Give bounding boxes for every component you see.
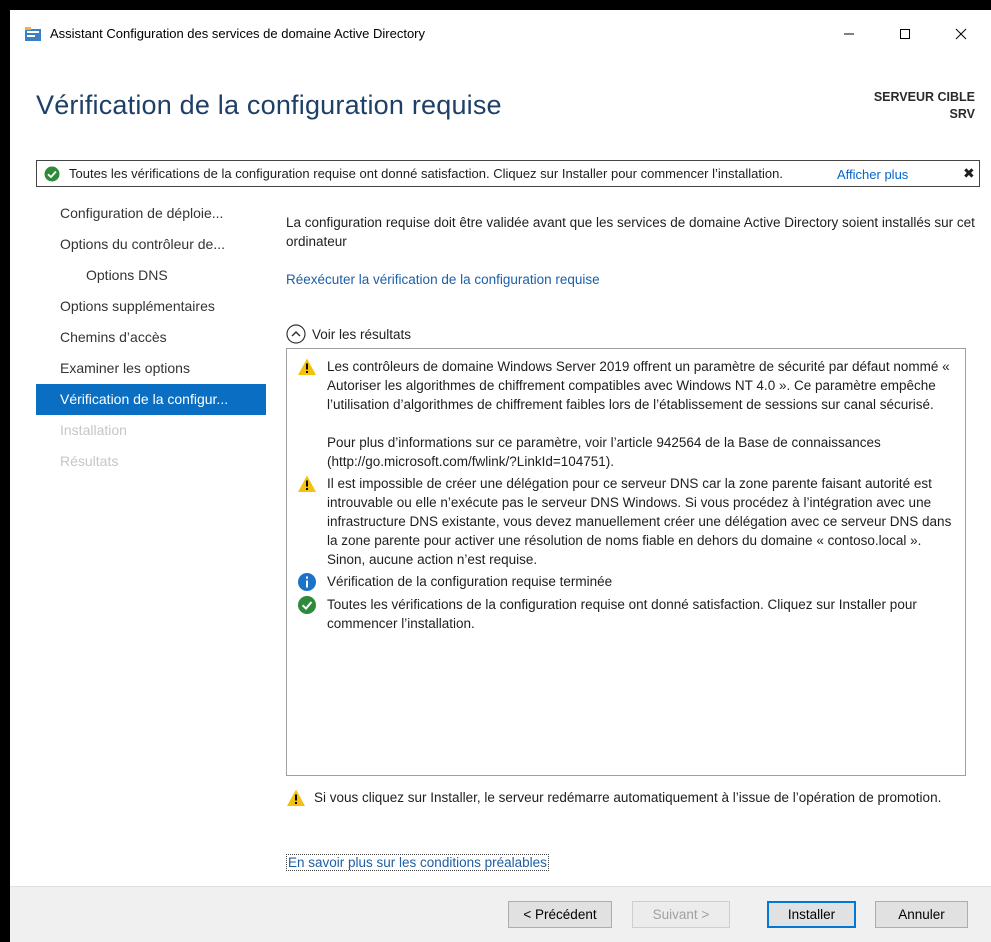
cancel-button[interactable]: Annuler bbox=[875, 901, 968, 928]
intro-text: La configuration requise doit être valid… bbox=[286, 215, 975, 249]
restart-warning: Si vous cliquez sur Installer, le serveu… bbox=[286, 788, 976, 808]
learn-more-prerequisites-link[interactable]: En savoir plus sur les conditions préala… bbox=[286, 854, 549, 871]
rerun-prerequisites-link[interactable]: Réexécuter la vérification de la configu… bbox=[286, 272, 600, 287]
nav-item-paths[interactable]: Chemins d’accès bbox=[36, 322, 266, 353]
notification-bar: Toutes les vérifications de la configura… bbox=[36, 160, 980, 187]
window-title: Assistant Configuration des services de … bbox=[50, 26, 426, 41]
check-circle-icon bbox=[44, 166, 60, 182]
results-list[interactable]: Les contrôleurs de domaine Windows Serve… bbox=[286, 348, 966, 776]
nav-item-dns-options[interactable]: Options DNS bbox=[36, 260, 266, 291]
nav-item-prerequisites-check[interactable]: Vérification de la configur... bbox=[36, 384, 266, 415]
notification-close-icon[interactable]: ✖ bbox=[963, 165, 975, 182]
previous-button[interactable]: < Précédent bbox=[508, 901, 612, 928]
restart-warning-text: Si vous cliquez sur Installer, le serveu… bbox=[314, 790, 942, 805]
nav-item-review-options[interactable]: Examiner les options bbox=[36, 353, 266, 384]
close-window-button[interactable] bbox=[938, 20, 984, 48]
main-content: La configuration requise doit être valid… bbox=[286, 198, 976, 871]
result-item: Il est impossible de créer une délégatio… bbox=[297, 474, 955, 569]
info-icon bbox=[298, 573, 316, 591]
wizard-steps-nav: Configuration de déploie... Options du c… bbox=[36, 198, 266, 477]
nav-item-additional-options[interactable]: Options supplémentaires bbox=[36, 291, 266, 322]
result-text: Les contrôleurs de domaine Windows Serve… bbox=[327, 357, 955, 471]
result-item: Vérification de la configuration requise… bbox=[297, 572, 955, 592]
result-paragraph: Les contrôleurs de domaine Windows Serve… bbox=[327, 359, 950, 412]
check-circle-icon bbox=[298, 596, 316, 614]
notification-text: Toutes les vérifications de la configura… bbox=[69, 166, 783, 181]
maximize-icon bbox=[900, 29, 910, 39]
result-item: Toutes les vérifications de la configura… bbox=[297, 595, 955, 633]
install-button[interactable]: Installer bbox=[767, 901, 856, 928]
result-paragraph: Pour plus d’informations sur ce paramètr… bbox=[327, 435, 881, 469]
close-icon bbox=[955, 28, 967, 40]
view-results-toggle[interactable]: Voir les résultats bbox=[286, 324, 411, 344]
result-item: Les contrôleurs de domaine Windows Serve… bbox=[297, 357, 955, 471]
result-paragraph: Toutes les vérifications de la configura… bbox=[327, 597, 917, 631]
maximize-button[interactable] bbox=[882, 20, 928, 48]
nav-item-dc-options[interactable]: Options du contrôleur de... bbox=[36, 229, 266, 260]
next-button[interactable]: Suivant > bbox=[632, 901, 730, 928]
nav-item-deployment-configuration[interactable]: Configuration de déploie... bbox=[36, 198, 266, 229]
minimize-icon bbox=[844, 33, 854, 35]
view-results-label: Voir les résultats bbox=[312, 326, 412, 342]
result-text: Vérification de la configuration requise… bbox=[327, 572, 612, 592]
result-text: Toutes les vérifications de la configura… bbox=[327, 595, 955, 633]
page-title: Vérification de la configuration requise bbox=[36, 90, 502, 120]
title-bar: Assistant Configuration des services de … bbox=[10, 10, 991, 56]
warning-icon bbox=[287, 789, 305, 806]
warning-icon bbox=[298, 358, 316, 375]
server-manager-app-icon bbox=[25, 27, 41, 41]
warning-icon bbox=[298, 475, 316, 492]
target-server-name: SRV bbox=[949, 107, 975, 121]
wizard-window: Assistant Configuration des services de … bbox=[10, 10, 991, 942]
nav-item-installation: Installation bbox=[60, 422, 127, 438]
nav-item-results: Résultats bbox=[60, 453, 119, 469]
chevron-up-icon bbox=[286, 324, 306, 344]
result-paragraph: Il est impossible de créer une délégatio… bbox=[327, 476, 952, 567]
minimize-button[interactable] bbox=[826, 20, 872, 48]
wizard-footer: < Précédent Suivant > Installer Annuler bbox=[10, 886, 991, 942]
show-more-link[interactable]: Afficher plus bbox=[837, 167, 908, 182]
result-paragraph: Vérification de la configuration requise… bbox=[327, 574, 613, 589]
target-server-label: SERVEUR CIBLE bbox=[873, 90, 975, 104]
result-text: Il est impossible de créer une délégatio… bbox=[327, 474, 955, 569]
